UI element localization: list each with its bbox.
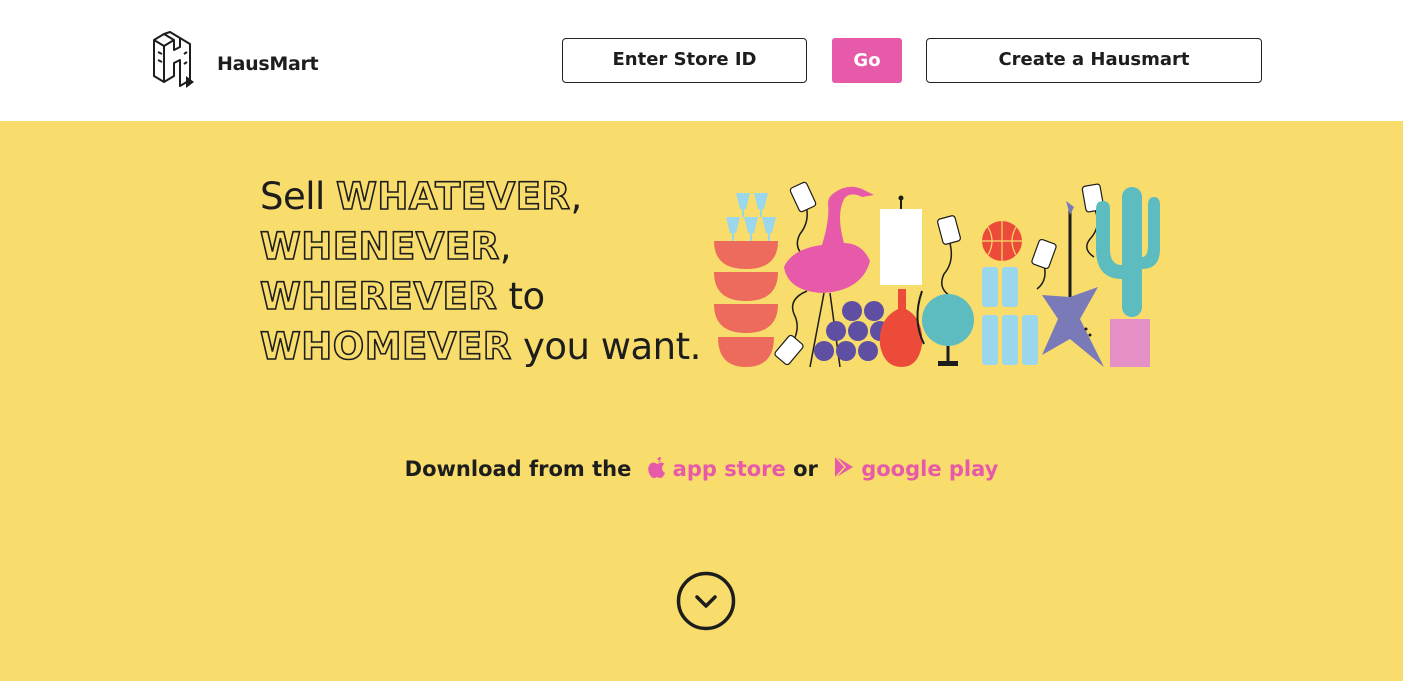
headline-line-2: WHENEVER, xyxy=(259,222,720,272)
headline-comma: , xyxy=(499,225,512,268)
headline-to: to xyxy=(497,275,545,318)
site-header: HausMart Enter Store ID Go Create a Haus… xyxy=(0,0,1403,121)
headline-line-3: WHEREVER to xyxy=(259,272,720,322)
logo-icon[interactable] xyxy=(150,30,194,90)
headline-sell: Sell xyxy=(260,175,337,218)
hero-section: Sell WHATEVER, WHENEVER, WHEREVER to WHO… xyxy=(0,121,1403,681)
download-or: or xyxy=(793,457,818,481)
store-id-input[interactable]: Enter Store ID xyxy=(562,38,807,83)
apple-icon xyxy=(647,457,665,478)
headline-wherever: WHEREVER xyxy=(259,274,498,319)
headline-whomever: WHOMEVER xyxy=(259,324,512,369)
products-illustration xyxy=(714,181,1160,368)
chevron-down-circle-icon[interactable] xyxy=(676,571,736,631)
download-prefix: Download from the xyxy=(404,457,632,481)
hero-headline: Sell WHATEVER, WHENEVER, WHEREVER to WHO… xyxy=(259,172,720,372)
headline-comma: , xyxy=(570,175,583,218)
google-play-link[interactable]: google play xyxy=(861,457,998,481)
brand-name[interactable]: HausMart xyxy=(217,53,319,75)
app-store-link[interactable]: app store xyxy=(673,457,786,481)
headline-you-want: you want. xyxy=(511,325,701,368)
go-button[interactable]: Go xyxy=(832,38,902,83)
headline-line-4: WHOMEVER you want. xyxy=(259,322,720,372)
create-hausmart-button[interactable]: Create a Hausmart xyxy=(926,38,1262,83)
google-play-icon xyxy=(834,455,854,479)
headline-line-1: Sell WHATEVER, xyxy=(260,172,720,222)
download-line: Download from the app store or google pl… xyxy=(0,455,1403,481)
headline-whenever: WHENEVER xyxy=(259,224,500,269)
headline-whatever: WHATEVER xyxy=(335,174,571,219)
